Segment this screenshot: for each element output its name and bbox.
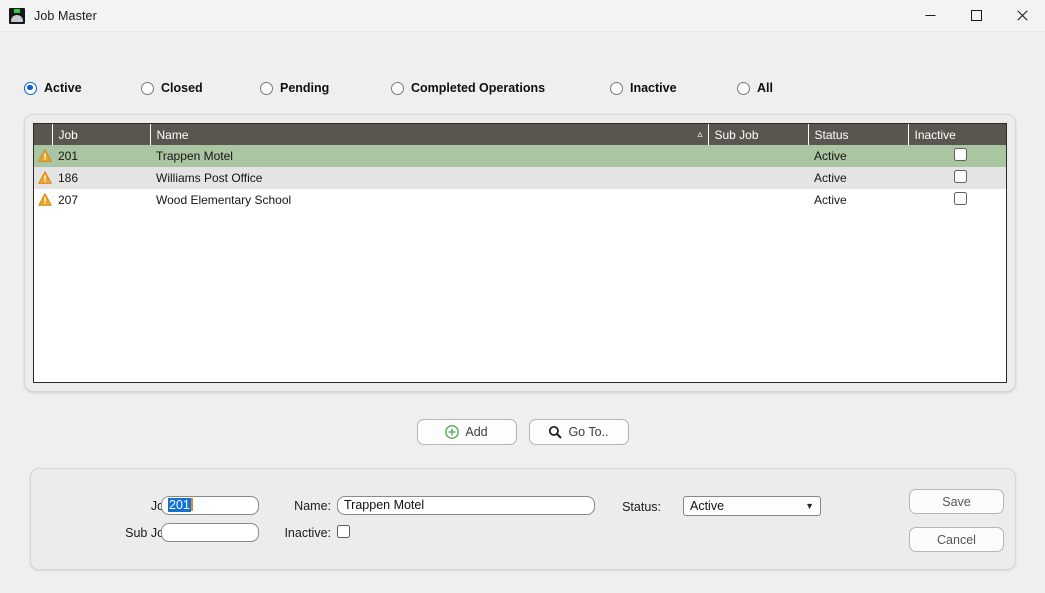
table-row[interactable]: 207 Wood Elementary School Active xyxy=(34,189,1006,211)
status-dropdown-value: Active xyxy=(690,499,725,513)
add-button-label: Add xyxy=(465,425,488,439)
radio-label-completed-operations: Completed Operations xyxy=(411,81,546,95)
cell-job: 207 xyxy=(58,193,79,207)
job-input-value: 201 xyxy=(168,498,191,512)
maximize-button[interactable] xyxy=(953,0,999,31)
radio-dot-icon xyxy=(260,81,273,95)
radio-dot-icon xyxy=(141,81,154,95)
job-detail-form: Job 201 Sub Job Name: Trappen Motel Inac… xyxy=(30,468,1016,570)
filter-radio-group: Active Closed Pending Completed Operatio… xyxy=(0,74,1045,102)
minimize-button[interactable] xyxy=(907,0,953,31)
save-button[interactable]: Save xyxy=(909,489,1004,514)
search-icon xyxy=(549,425,563,439)
name-input[interactable]: Trappen Motel xyxy=(337,496,595,515)
radio-dot-icon xyxy=(391,81,404,95)
cell-name: Williams Post Office xyxy=(150,167,708,189)
cell-status: Active xyxy=(814,193,847,207)
table-row[interactable]: 201 Trappen Motel Active xyxy=(34,145,1006,167)
action-button-row: Add Go To.. xyxy=(0,419,1045,445)
window-controls xyxy=(907,0,1045,31)
radio-inactive[interactable]: Inactive xyxy=(610,74,677,102)
close-icon xyxy=(1016,10,1028,21)
radio-label-pending: Pending xyxy=(280,81,330,95)
table-row[interactable]: 186 Williams Post Office Active xyxy=(34,167,1006,189)
cell-sub-job xyxy=(708,145,808,167)
add-button[interactable]: Add xyxy=(416,419,517,445)
window-title: Job Master xyxy=(34,8,97,23)
radio-closed[interactable]: Closed xyxy=(141,74,203,102)
radio-all[interactable]: All xyxy=(737,74,773,102)
maximize-icon xyxy=(970,10,982,21)
go-to-button-label: Go To.. xyxy=(568,425,609,439)
sort-ascending-icon: ▵ xyxy=(697,128,703,140)
close-button[interactable] xyxy=(999,0,1045,31)
cell-job: 201 xyxy=(52,145,150,167)
radio-label-all: All xyxy=(757,81,773,95)
row-warning-cell xyxy=(34,167,52,189)
column-header-name-label: Name xyxy=(156,127,189,142)
cell-sub-job xyxy=(708,167,808,189)
column-header-name[interactable]: Name ▵ xyxy=(150,124,709,145)
column-header-sub-job[interactable]: Sub Job xyxy=(708,124,809,145)
row-warning-cell xyxy=(34,145,52,167)
radio-dot-icon xyxy=(610,81,623,95)
jobs-grid[interactable]: Job Name ▵ Sub Job Status Inactive 201 T… xyxy=(33,123,1007,383)
radio-pending[interactable]: Pending xyxy=(260,74,329,102)
radio-dot-icon xyxy=(24,81,37,95)
column-header-icon[interactable] xyxy=(34,124,53,145)
cancel-button[interactable]: Cancel xyxy=(909,527,1004,552)
warning-icon xyxy=(38,149,52,162)
cell-sub-job xyxy=(708,189,808,211)
radio-dot-icon xyxy=(737,81,750,95)
row-warning-cell xyxy=(34,189,52,211)
status-dropdown[interactable]: Active ▼ xyxy=(683,496,821,516)
minimize-icon xyxy=(925,15,935,16)
column-header-inactive[interactable]: Inactive xyxy=(908,124,1006,145)
row-inactive-checkbox[interactable] xyxy=(953,148,967,161)
status-field-label: Status: xyxy=(622,500,661,514)
cell-inactive xyxy=(908,145,1006,167)
cell-name: Wood Elementary School xyxy=(156,193,292,207)
plus-circle-icon xyxy=(445,425,460,439)
warning-icon xyxy=(38,193,52,206)
text-caret xyxy=(190,498,193,511)
title-bar: Job Master xyxy=(0,0,1045,32)
cell-status: Active xyxy=(808,167,908,189)
radio-label-active: Active xyxy=(44,81,82,95)
chevron-down-icon: ▼ xyxy=(805,500,814,511)
name-field-label: Name: xyxy=(294,499,331,513)
cell-name: Trappen Motel xyxy=(150,145,708,167)
go-to-button[interactable]: Go To.. xyxy=(528,419,629,445)
jobs-table: Job Name ▵ Sub Job Status Inactive 201 T… xyxy=(34,124,1006,211)
inactive-checkbox[interactable] xyxy=(337,525,350,538)
row-inactive-checkbox[interactable] xyxy=(953,170,967,183)
sub-job-input[interactable] xyxy=(161,523,259,542)
cell-status: Active xyxy=(808,145,908,167)
radio-active[interactable]: Active xyxy=(24,74,82,102)
column-header-job[interactable]: Job xyxy=(52,124,151,145)
jobs-grid-panel: Job Name ▵ Sub Job Status Inactive 201 T… xyxy=(24,114,1016,392)
radio-label-inactive: Inactive xyxy=(630,81,677,95)
warning-icon xyxy=(38,171,52,184)
cell-job: 186 xyxy=(52,167,150,189)
radio-label-closed: Closed xyxy=(161,81,203,95)
app-icon xyxy=(9,7,25,24)
table-header-row: Job Name ▵ Sub Job Status Inactive xyxy=(34,124,1006,145)
cell-inactive xyxy=(908,167,1006,189)
job-input[interactable]: 201 xyxy=(161,496,259,515)
radio-completed-operations[interactable]: Completed Operations xyxy=(391,74,545,102)
column-header-status[interactable]: Status xyxy=(808,124,909,145)
row-inactive-checkbox[interactable] xyxy=(953,192,967,205)
cell-inactive xyxy=(908,189,1006,211)
inactive-field-label: Inactive: xyxy=(284,526,331,540)
